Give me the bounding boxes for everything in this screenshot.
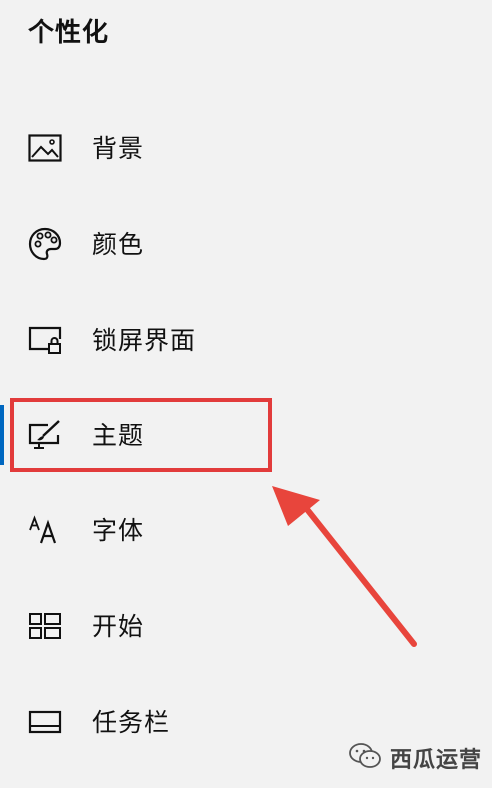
nav-item-label: 任务栏 <box>92 707 171 737</box>
nav-item-start[interactable]: 开始 <box>0 596 300 656</box>
nav-item-taskbar[interactable]: 任务栏 <box>0 692 300 752</box>
page-title: 个性化 <box>28 18 110 48</box>
watermark-text: 西瓜运营 <box>390 748 483 773</box>
nav-item-color[interactable]: 颜色 <box>0 214 300 274</box>
red-arrow-icon <box>272 486 417 647</box>
start-grid-icon <box>28 609 62 643</box>
nav-item-label: 字体 <box>92 515 145 545</box>
nav-item-background[interactable]: 背景 <box>0 118 300 178</box>
wechat-icon <box>348 742 382 774</box>
nav-item-label: 开始 <box>92 611 145 641</box>
picture-icon <box>28 131 62 165</box>
nav-item-lock-screen[interactable]: 锁屏界面 <box>0 310 300 370</box>
font-icon <box>28 513 62 547</box>
nav-item-label: 背景 <box>92 133 145 163</box>
palette-icon <box>28 227 62 261</box>
nav-item-label: 锁屏界面 <box>92 325 197 355</box>
highlight-box <box>10 398 272 472</box>
taskbar-icon <box>28 705 62 739</box>
watermark: 西瓜运营 <box>348 742 482 774</box>
nav-item-font[interactable]: 字体 <box>0 500 300 560</box>
nav-item-label: 颜色 <box>92 229 145 259</box>
lock-screen-icon <box>28 323 62 357</box>
